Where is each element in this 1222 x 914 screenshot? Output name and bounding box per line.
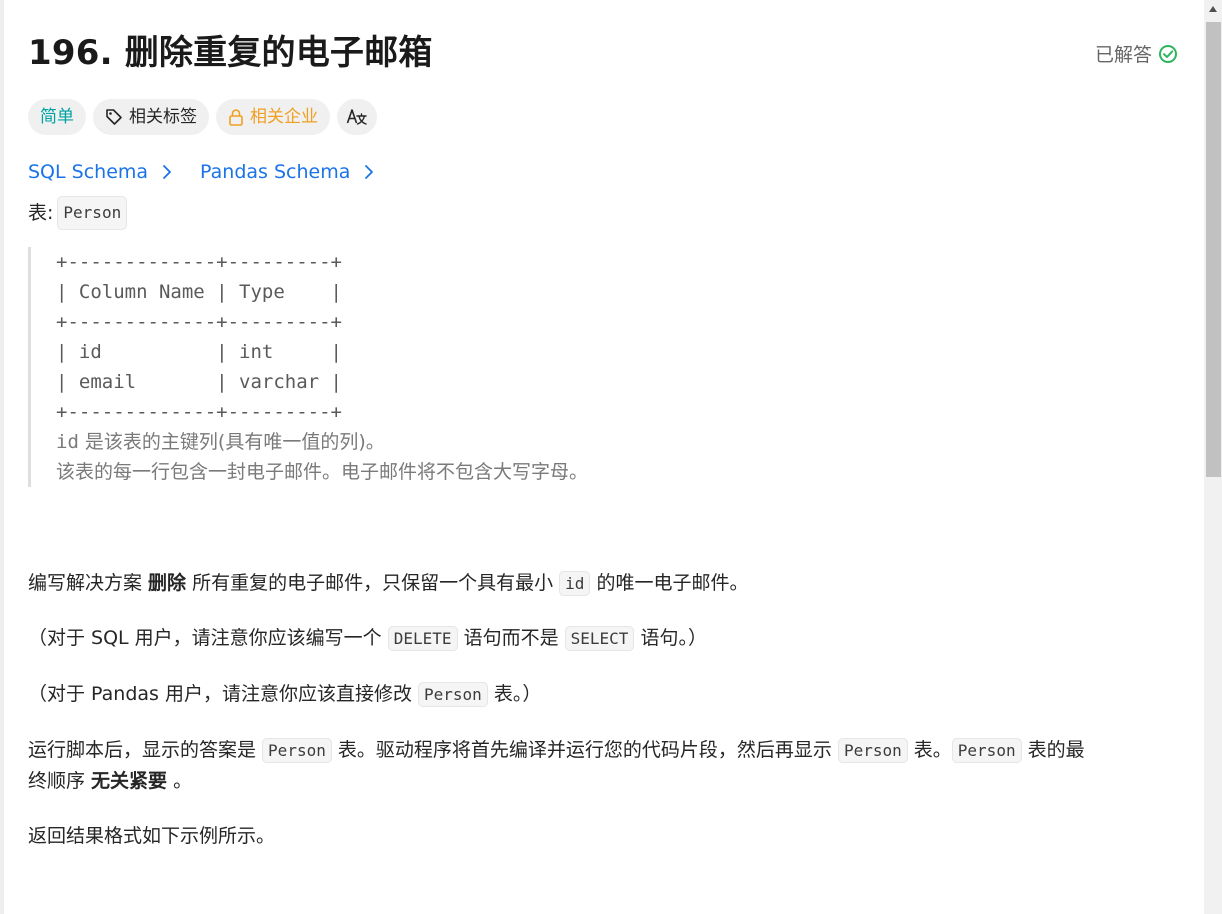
left-panel-edge: [0, 0, 4, 914]
p3-text-a: （对于 Pandas 用户，请注意你应该直接修改: [28, 683, 419, 705]
check-circle-icon: [1159, 44, 1177, 63]
title-row: 196. 删除重复的电子邮箱 已解答: [28, 30, 1188, 78]
related-tags-button[interactable]: 相关标签: [93, 99, 209, 135]
tag-row: 简单 相关标签 相关企业: [28, 99, 377, 135]
p4-text-c: 表。: [907, 739, 952, 761]
p1-text-b: 所有重复的电子邮件，只保留一个具有最小: [186, 572, 560, 594]
p4-bold-irrelevant: 无关紧要: [91, 770, 168, 792]
table-name-line: 表: Person: [28, 196, 128, 230]
p1-code-id: id: [559, 571, 591, 596]
schema-code-block: +-------------+---------+ | Column Name …: [28, 247, 756, 487]
translate-icon: [346, 109, 367, 125]
problem-title: 196. 删除重复的电子邮箱: [28, 33, 433, 73]
related-tags-label: 相关标签: [129, 107, 197, 127]
p4-code-person-2: Person: [837, 738, 908, 763]
p1-bold-delete: 删除: [148, 572, 187, 594]
description-paragraph-2: （对于 SQL 用户，请注意你应该编写一个 DELETE 语句而不是 SELEC…: [28, 623, 1188, 654]
schema-note-1-text: 是该表的主键列(具有唯一值的列)。: [78, 431, 385, 453]
p4-text-d: 表的最: [1021, 739, 1085, 761]
schema-note-1: id 是该表的主键列(具有唯一值的列)。: [56, 427, 756, 457]
schema-note-2: 该表的每一行包含一封电子邮件。电子邮件将不包含大写字母。: [56, 461, 589, 483]
p4-text-e: 终顺序: [28, 770, 92, 792]
vertical-scrollbar[interactable]: [1204, 0, 1222, 914]
chevron-right-icon: [163, 165, 171, 179]
sql-schema-label: SQL Schema: [28, 161, 149, 183]
table-name-code: Person: [57, 196, 128, 230]
translate-button[interactable]: [337, 99, 377, 135]
p2-text-b: 语句而不是: [457, 627, 565, 649]
p2-code-delete: DELETE: [387, 626, 458, 651]
solved-status-label: 已解答: [1094, 44, 1152, 66]
p4-text-b: 表。驱动程序将首先编译并运行您的代码片段，然后再显示: [331, 739, 838, 761]
schema-links: SQL Schema Pandas Schema: [28, 161, 374, 183]
pandas-schema-link[interactable]: Pandas Schema: [200, 161, 374, 183]
description-paragraph-5: 返回结果格式如下示例所示。: [28, 825, 276, 847]
p4-text-a: 运行脚本后，显示的答案是: [28, 739, 263, 761]
solved-status: 已解答: [1095, 40, 1178, 67]
p3-code-person: Person: [418, 682, 488, 707]
scroll-up-arrow-icon[interactable]: [1208, 5, 1218, 13]
lock-icon: [229, 109, 243, 126]
p4-code-person-1: Person: [262, 738, 332, 763]
schema-note-1-code: id: [56, 431, 79, 453]
p4-text-f: 。: [167, 770, 193, 792]
pandas-schema-label: Pandas Schema: [200, 161, 351, 183]
scrollbar-thumb[interactable]: [1206, 22, 1221, 477]
p3-text-b: 表。）: [487, 683, 542, 705]
chevron-right-icon: [365, 165, 374, 179]
p2-text-a: （对于 SQL 用户，请注意你应该编写一个: [28, 627, 388, 649]
description-paragraph-3: （对于 Pandas 用户，请注意你应该直接修改 Person 表。）: [28, 679, 1188, 710]
p1-text-c: 的唯一电子邮件。: [590, 572, 749, 594]
p1-text-a: 编写解决方案: [28, 572, 149, 594]
problem-page: 196. 删除重复的电子邮箱 已解答 简单 相关标签 相关企业 SQL Sche…: [0, 0, 1222, 914]
tag-icon: [106, 109, 122, 125]
p2-text-c: 语句。）: [634, 627, 707, 649]
description-paragraph-4-line-1: 运行脚本后，显示的答案是 Person 表。驱动程序将首先编译并运行您的代码片段…: [28, 735, 1188, 766]
schema-table-text: +-------------+---------+ | Column Name …: [56, 251, 342, 423]
p2-code-select: SELECT: [564, 626, 635, 651]
description-paragraph-4-line-2: 终顺序 无关紧要 。: [28, 766, 1188, 796]
description-paragraph-1: 编写解决方案 删除 所有重复的电子邮件，只保留一个具有最小 id 的唯一电子邮件…: [28, 568, 1188, 599]
table-label: 表:: [28, 202, 54, 224]
sql-schema-link[interactable]: SQL Schema: [28, 161, 172, 183]
p4-code-person-3: Person: [951, 738, 1022, 763]
difficulty-badge[interactable]: 简单: [28, 99, 86, 135]
related-companies-label: 相关企业: [250, 107, 318, 127]
related-companies-button[interactable]: 相关企业: [216, 99, 330, 135]
difficulty-label: 简单: [40, 107, 74, 127]
